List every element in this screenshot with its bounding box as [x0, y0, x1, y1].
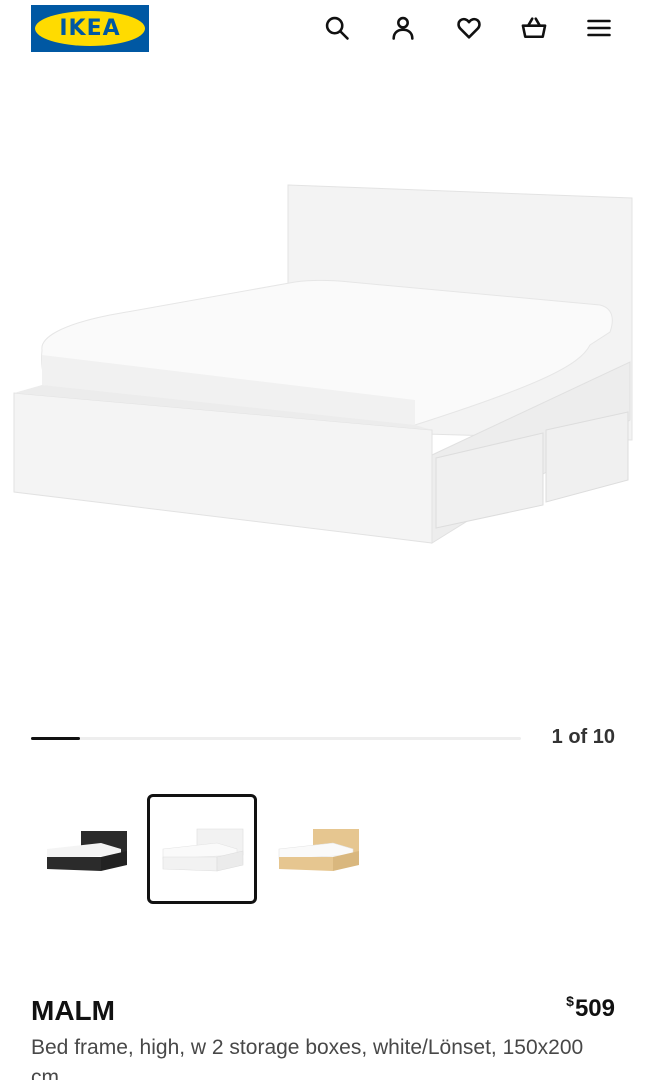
thumbnail-black-brown[interactable] [31, 794, 141, 904]
price-currency: $ [566, 993, 574, 1009]
logo-text: IKEA [59, 16, 121, 41]
product-description: Bed frame, high, w 2 storage boxes, whit… [31, 1036, 584, 1080]
search-icon[interactable] [319, 10, 355, 46]
top-header: IKEA [0, 0, 647, 62]
thumbnail-oak-veneer[interactable] [263, 794, 373, 904]
bed-thumbnail-icon [278, 829, 359, 871]
gallery-progress-bar [31, 737, 521, 740]
gallery-progress-fill [31, 737, 80, 740]
bed-thumbnail-icon [162, 828, 244, 872]
ikea-logo[interactable]: IKEA [31, 5, 149, 52]
product-price: $509 [566, 993, 615, 1023]
product-name: MALM [31, 995, 115, 1026]
bed-thumbnail-icon [47, 831, 127, 871]
product-main-image[interactable] [0, 100, 647, 660]
bed-illustration [13, 184, 633, 544]
price-value: 509 [574, 995, 615, 1022]
thumbnail-white[interactable] [147, 794, 257, 904]
profile-icon[interactable] [385, 10, 421, 46]
heart-icon[interactable] [451, 10, 487, 46]
basket-icon[interactable] [516, 10, 552, 46]
menu-icon[interactable] [581, 10, 617, 46]
gallery-counter: 1 of 10 [551, 726, 615, 748]
